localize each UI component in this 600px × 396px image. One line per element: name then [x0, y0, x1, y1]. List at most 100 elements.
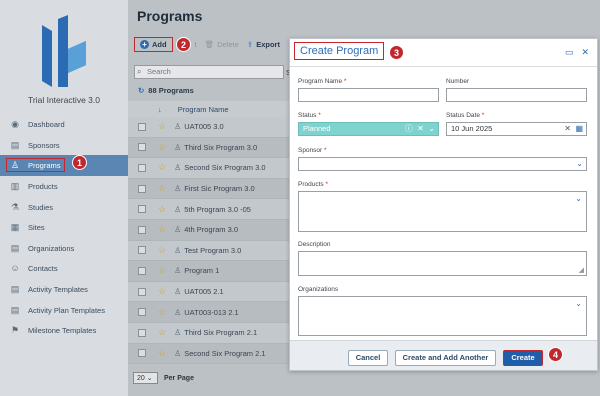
sidebar-item-sites[interactable]: ▦ Sites	[0, 217, 128, 238]
refresh-icon[interactable]: ↻	[138, 86, 144, 95]
chevron-down-icon: ⌄	[575, 299, 582, 308]
sidebar-item-products[interactable]: ▥ Products	[0, 176, 128, 197]
close-icon[interactable]: ✕	[581, 47, 589, 58]
sidebar-item-organizations[interactable]: ▤ Organizations	[0, 238, 128, 259]
program-icon: ♙	[174, 163, 182, 173]
create-and-add-another-button[interactable]: Create and Add Another	[395, 350, 496, 366]
resize-grip-icon[interactable]: ◢	[579, 266, 584, 274]
products-select[interactable]: ⌄	[298, 191, 587, 232]
sponsor-label: Sponsor *	[298, 147, 327, 154]
table-row[interactable]: ☆ ♙ First Sic Program 3.0	[128, 178, 290, 200]
sidebar-item-activity-plan-templates[interactable]: ▤ Activity Plan Templates	[0, 299, 128, 320]
sidebar-item-contacts[interactable]: ☺ Contacts	[0, 258, 128, 279]
favorite-star-icon[interactable]: ☆	[158, 327, 166, 338]
row-checkbox[interactable]	[138, 287, 146, 296]
sidebar-item-label: Sites	[28, 223, 45, 233]
program-name-field[interactable]	[298, 88, 439, 102]
step-marker-3: 3	[389, 45, 404, 60]
create-button[interactable]: Create	[503, 350, 543, 366]
status-date-field[interactable]: 10 Jun 2025 ✕ ▦	[446, 122, 587, 136]
maximize-icon[interactable]: ▭	[565, 47, 574, 58]
products-icon: ▥	[10, 181, 20, 192]
search-input[interactable]: ⌕ Search	[134, 65, 284, 79]
table-row[interactable]: ☆ ♙ UAT005 3.0	[128, 117, 290, 138]
sidebar-item-milestone-templates[interactable]: ⚑ Milestone Templates	[0, 320, 128, 341]
page-size-select[interactable]: 20 ⌄	[133, 372, 158, 384]
table-row[interactable]: ☆ ♙ Test Program 3.0	[128, 240, 290, 262]
table-row[interactable]: ☆ ♙ 5th Program 3.0 -05	[128, 199, 290, 220]
status-label: Status *	[298, 112, 321, 119]
clear-date-icon[interactable]: ✕	[564, 124, 571, 133]
favorite-star-icon[interactable]: ☆	[158, 307, 166, 318]
row-checkbox[interactable]	[138, 225, 146, 234]
create-program-dialog: Create Program ▭ ✕ Program Name * Number…	[289, 38, 598, 371]
row-checkbox[interactable]	[138, 349, 146, 358]
step-marker-4: 4	[548, 347, 563, 362]
edit-button[interactable]: t	[195, 40, 197, 49]
cancel-button[interactable]: Cancel	[348, 350, 388, 366]
favorite-star-icon[interactable]: ☆	[158, 204, 166, 215]
favorite-star-icon[interactable]: ☆	[158, 286, 166, 297]
program-name-cell: Test Program 3.0	[184, 245, 242, 255]
organizations-select[interactable]: ⌄	[298, 296, 587, 336]
row-checkbox[interactable]	[138, 246, 146, 255]
program-name-cell: Third Six Program 2.1	[184, 328, 258, 338]
table-row[interactable]: ☆ ♙ UAT003-013 2.1	[128, 302, 290, 323]
description-textarea[interactable]: ◢	[298, 251, 587, 276]
pager: 20 ⌄ Per Page	[133, 372, 194, 384]
export-icon: ⇪	[246, 40, 254, 49]
table-row[interactable]: ☆ ♙ Third Six Program 2.1	[128, 322, 290, 344]
sidebar-item-sponsors[interactable]: ▤ Sponsors	[0, 135, 128, 156]
step-marker-1: 1	[72, 155, 87, 170]
table-header: ↓ Program Name	[128, 101, 290, 117]
add-button[interactable]: + Add	[134, 37, 173, 52]
sidebar-item-programs[interactable]: ♙ Programs	[0, 155, 128, 176]
row-checkbox[interactable]	[138, 163, 146, 172]
sidebar-item-dashboard[interactable]: ◉ Dashboard	[0, 114, 128, 135]
row-checkbox[interactable]	[138, 143, 146, 152]
column-header-program-name[interactable]: Program Name	[178, 105, 229, 114]
table-row[interactable]: ☆ ♙ UAT005 2.1	[128, 281, 290, 303]
toolbar: + Add t 🗑 Delete ⇪ Export	[134, 37, 280, 52]
favorite-star-icon[interactable]: ☆	[158, 121, 166, 132]
number-label: Number	[446, 78, 470, 85]
sort-arrow-icon[interactable]: ↓	[158, 105, 162, 114]
info-icon[interactable]: ⓘ	[405, 124, 413, 133]
favorite-star-icon[interactable]: ☆	[158, 265, 166, 276]
chevron-down-icon: ⌄	[576, 159, 583, 168]
export-button[interactable]: ⇪ Export	[247, 40, 280, 49]
table-row[interactable]: ☆ ♙ Second Six Program 3.0	[128, 158, 290, 179]
program-icon: ♙	[174, 266, 182, 276]
favorite-star-icon[interactable]: ☆	[158, 162, 166, 173]
sidebar-item-activity-templates[interactable]: ▤ Activity Templates	[0, 279, 128, 300]
number-field[interactable]	[446, 88, 587, 102]
row-checkbox[interactable]	[138, 184, 146, 193]
delete-button[interactable]: 🗑 Delete	[205, 40, 239, 49]
row-checkbox[interactable]	[138, 266, 146, 275]
clear-icon[interactable]: ✕	[417, 124, 424, 133]
favorite-star-icon[interactable]: ☆	[158, 245, 166, 256]
favorite-star-icon[interactable]: ☆	[158, 224, 166, 235]
row-checkbox[interactable]	[138, 122, 146, 131]
calendar-icon[interactable]: ▦	[575, 124, 583, 133]
table-row[interactable]: ☆ ♙ Third Six Program 3.0	[128, 137, 290, 159]
program-icon: ♙	[174, 287, 182, 297]
row-checkbox[interactable]	[138, 205, 146, 214]
sidebar-item-studies[interactable]: ⚗ Studies	[0, 196, 128, 217]
programs-table: ↓ Program Name ☆ ♙ UAT005 3.0 ☆ ♙ Third Six P…	[128, 101, 290, 365]
favorite-star-icon[interactable]: ☆	[158, 142, 166, 153]
table-row[interactable]: ☆ ♙ 4th Program 3.0	[128, 219, 290, 241]
sponsor-select[interactable]: ⌄	[298, 157, 587, 171]
chevron-down-icon[interactable]: ⌄	[428, 124, 435, 133]
program-name-cell: 5th Program 3.0 -05	[184, 204, 251, 214]
status-select[interactable]: Planned ⓘ ✕ ⌄	[298, 122, 439, 136]
sidebar-item-label: Organizations	[28, 243, 75, 253]
table-row[interactable]: ☆ ♙ Second Six Program 2.1	[128, 343, 290, 365]
search-icon: ⌕	[137, 67, 142, 76]
row-checkbox[interactable]	[138, 328, 146, 337]
row-checkbox[interactable]	[138, 308, 146, 317]
program-name-cell: Second Six Program 3.0	[184, 163, 266, 173]
table-row[interactable]: ☆ ♙ Program 1	[128, 261, 290, 282]
favorite-star-icon[interactable]: ☆	[158, 183, 166, 194]
favorite-star-icon[interactable]: ☆	[158, 348, 166, 359]
